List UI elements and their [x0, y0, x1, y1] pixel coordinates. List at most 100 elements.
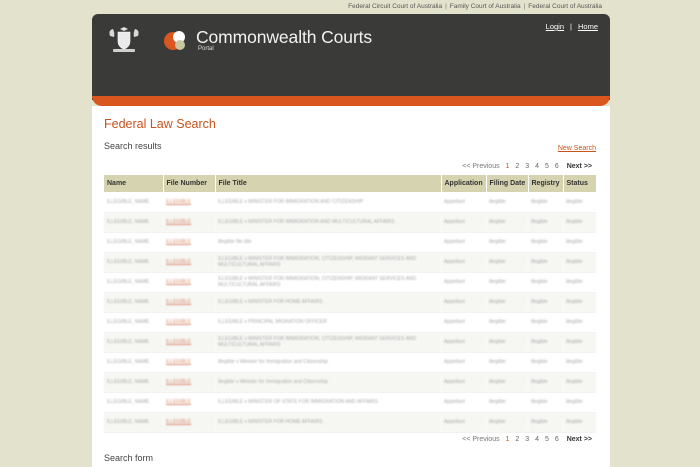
- cell-file-number[interactable]: ILLEGIBLE: [163, 252, 215, 273]
- cell-name: ILLEGIBLE, NAME: [104, 372, 163, 393]
- results-table: Name File Number File Title Application …: [104, 175, 597, 433]
- cell-file-number[interactable]: ILLEGIBLE: [163, 392, 215, 413]
- col-header-filing-date[interactable]: Filing Date: [486, 175, 529, 192]
- page-link-5[interactable]: 5: [545, 436, 549, 443]
- cell-registry: illegible: [528, 272, 563, 293]
- cell-file-title: illegible file title: [215, 232, 441, 253]
- cell-file-number[interactable]: ILLEGIBLE: [163, 272, 215, 293]
- cell-filing-date: illegible: [486, 192, 528, 213]
- page-link-3[interactable]: 3: [525, 436, 529, 443]
- table-row: ILLEGIBLE, NAME ILLEGIBLE illegible v Mini…: [104, 372, 596, 393]
- table-row: ILLEGIBLE, NAME ILLEGIBLE ILLEGIBLE v MINI…: [104, 272, 596, 293]
- cell-file-number[interactable]: ILLEGIBLE: [163, 192, 215, 213]
- cell-application: Appellant: [441, 332, 486, 353]
- page-link-3[interactable]: 3: [525, 163, 529, 170]
- page-link-4[interactable]: 4: [535, 163, 539, 170]
- col-header-file-number[interactable]: File Number: [163, 175, 216, 192]
- table-row: ILLEGIBLE, NAME ILLEGIBLE ILLEGIBLE v MINI…: [104, 292, 596, 313]
- col-header-status[interactable]: Status: [563, 175, 597, 192]
- page-link-2[interactable]: 2: [515, 163, 519, 170]
- page-link-1[interactable]: 1: [506, 436, 510, 443]
- cell-name: ILLEGIBLE, NAME: [104, 412, 163, 433]
- cell-application: Appellant: [441, 252, 486, 273]
- cell-status: illegible: [563, 272, 596, 293]
- cell-file-title: ILLEGIBLE v MINISTER FOR IMMIGRATION, CI…: [215, 252, 441, 273]
- cell-application: Appellant: [441, 272, 486, 293]
- cell-name: ILLEGIBLE, NAME: [104, 252, 163, 273]
- cell-filing-date: illegible: [486, 312, 528, 333]
- courts-logo-icon: [164, 31, 185, 50]
- content-panel: Federal Law Search Search results New Se…: [92, 106, 610, 467]
- cell-file-title: ILLEGIBLE v MINISTER FOR IMMIGRATION, CI…: [215, 332, 441, 353]
- col-header-application[interactable]: Application: [441, 175, 487, 192]
- cell-file-title: ILLEGIBLE v MINISTER FOR HOME AFFAIRS: [215, 412, 441, 433]
- home-link[interactable]: Home: [578, 22, 598, 31]
- page-link-5[interactable]: 5: [545, 163, 549, 170]
- cell-file-number[interactable]: ILLEGIBLE: [163, 332, 215, 353]
- cell-application: Appellant: [441, 192, 486, 213]
- cell-name: ILLEGIBLE, NAME: [104, 312, 163, 333]
- cell-file-title: illegible v Minister for Immigration and…: [215, 352, 441, 373]
- cell-name: ILLEGIBLE, NAME: [104, 192, 163, 213]
- table-row: ILLEGIBLE, NAME ILLEGIBLE ILLEGIBLE v MINI…: [104, 192, 596, 213]
- search-form-heading: Search form: [104, 453, 154, 463]
- cell-file-number[interactable]: ILLEGIBLE: [163, 352, 215, 373]
- table-row: ILLEGIBLE, NAME ILLEGIBLE illegible file t…: [104, 232, 596, 253]
- cell-filing-date: illegible: [486, 292, 528, 313]
- site-header: Commonwealth Courts Portal Login | Home: [92, 14, 610, 100]
- family-court-link[interactable]: Family Court of Australia: [450, 3, 521, 10]
- cell-application: Appellant: [441, 312, 486, 333]
- cell-application: Appellant: [441, 352, 486, 373]
- page-link-6[interactable]: 6: [555, 436, 559, 443]
- cell-filing-date: illegible: [486, 332, 528, 353]
- table-row: ILLEGIBLE, NAME ILLEGIBLE ILLEGIBLE v PRIN…: [104, 312, 596, 333]
- pagination-top: << Previous 1 2 3 4 5 6 Next >>: [462, 163, 592, 170]
- col-header-registry[interactable]: Registry: [528, 175, 564, 192]
- results-heading: Search results: [104, 141, 162, 151]
- page-link-1[interactable]: 1: [506, 163, 510, 170]
- cell-file-title: ILLEGIBLE v PRINCIPAL MIGRATION OFFICER: [215, 312, 441, 333]
- cell-file-number[interactable]: ILLEGIBLE: [163, 312, 215, 333]
- cell-filing-date: illegible: [486, 212, 528, 233]
- federal-circuit-court-link[interactable]: Federal Circuit Court of Australia: [348, 3, 442, 10]
- cell-file-number[interactable]: ILLEGIBLE: [163, 212, 215, 233]
- new-search-link[interactable]: New Search: [558, 145, 596, 152]
- cell-file-number[interactable]: ILLEGIBLE: [163, 412, 215, 433]
- cell-file-number[interactable]: ILLEGIBLE: [163, 232, 215, 253]
- cell-filing-date: illegible: [486, 252, 528, 273]
- cell-registry: illegible: [528, 412, 563, 433]
- cell-registry: illegible: [528, 352, 563, 373]
- page-link-6[interactable]: 6: [555, 163, 559, 170]
- cell-application: Appellant: [441, 372, 486, 393]
- login-link[interactable]: Login: [546, 22, 564, 31]
- federal-court-link[interactable]: Federal Court of Australia: [528, 3, 602, 10]
- cell-status: illegible: [563, 352, 596, 373]
- cell-file-title: ILLEGIBLE v MINISTER FOR IMMIGRATION AND…: [215, 212, 441, 233]
- cell-filing-date: illegible: [486, 412, 528, 433]
- page-link-4[interactable]: 4: [535, 436, 539, 443]
- col-header-file-title[interactable]: File Title: [215, 175, 442, 192]
- next-page-link[interactable]: Next >>: [567, 163, 592, 170]
- cell-application: Appellant: [441, 212, 486, 233]
- table-row: ILLEGIBLE, NAME ILLEGIBLE ILLEGIBLE v MINI…: [104, 392, 596, 413]
- previous-page-link[interactable]: << Previous: [462, 163, 499, 170]
- cell-file-number[interactable]: ILLEGIBLE: [163, 372, 215, 393]
- cell-status: illegible: [563, 292, 596, 313]
- header-links: Login | Home: [545, 22, 598, 31]
- cell-status: illegible: [563, 412, 596, 433]
- table-row: ILLEGIBLE, NAME ILLEGIBLE ILLEGIBLE v MINI…: [104, 412, 596, 433]
- table-row: ILLEGIBLE, NAME ILLEGIBLE ILLEGIBLE v MINI…: [104, 332, 596, 353]
- cell-name: ILLEGIBLE, NAME: [104, 212, 163, 233]
- portal-subtitle: Portal: [198, 46, 214, 52]
- cell-status: illegible: [563, 192, 596, 213]
- col-header-name[interactable]: Name: [104, 175, 164, 192]
- cell-file-number[interactable]: ILLEGIBLE: [163, 292, 215, 313]
- table-row: ILLEGIBLE, NAME ILLEGIBLE ILLEGIBLE v MINI…: [104, 252, 596, 273]
- header-accent-bar: [92, 96, 610, 106]
- cell-name: ILLEGIBLE, NAME: [104, 272, 163, 293]
- page-link-2[interactable]: 2: [515, 436, 519, 443]
- coat-of-arms-icon: [109, 27, 139, 52]
- previous-page-link[interactable]: << Previous: [462, 436, 499, 443]
- next-page-link[interactable]: Next >>: [567, 436, 592, 443]
- cell-registry: illegible: [528, 232, 563, 253]
